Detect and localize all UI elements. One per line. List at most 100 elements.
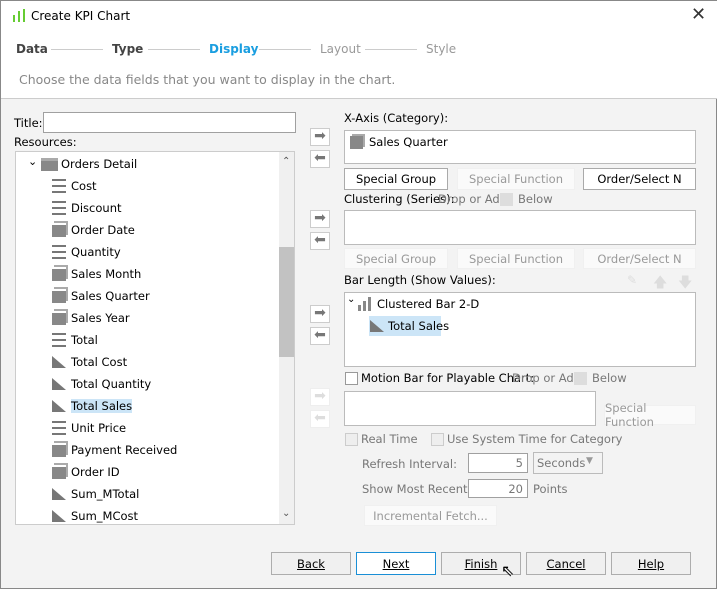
- list-item[interactable]: Total Sales: [52, 396, 133, 416]
- motion-hint: Drop or Add: [512, 371, 582, 385]
- remove-xaxis-arrow-icon[interactable]: ⬅: [310, 150, 330, 168]
- xaxis-field[interactable]: Sales Quarter: [369, 135, 448, 149]
- step-style[interactable]: Style: [426, 42, 456, 56]
- group-field-icon: [52, 267, 66, 281]
- dimension-lines-icon: [52, 245, 66, 259]
- list-item[interactable]: Total Cost: [52, 352, 127, 372]
- series-order-select-button[interactable]: Order/Select N: [583, 248, 696, 269]
- title-label: Title:: [14, 116, 43, 130]
- xaxis-special-group-button[interactable]: Special Group: [344, 168, 448, 190]
- scrollbar-thumb[interactable]: [279, 247, 294, 357]
- add-series-arrow-icon[interactable]: ➡: [310, 210, 330, 228]
- list-item[interactable]: Sum_MCost: [52, 506, 138, 524]
- group-field-icon: [350, 136, 363, 149]
- clustering-drop-box[interactable]: [344, 210, 696, 245]
- step-description: Choose the data fields that you want to …: [19, 72, 396, 87]
- points-label: Points: [533, 482, 568, 496]
- window-title: Create KPI Chart: [31, 9, 131, 23]
- list-item[interactable]: Payment Received: [52, 440, 177, 460]
- edit-icon[interactable]: ✎: [627, 273, 637, 287]
- list-item[interactable]: Sales Quarter: [52, 286, 150, 306]
- close-button[interactable]: ✕: [691, 4, 706, 25]
- clustering-hint: Drop or Add: [438, 192, 508, 206]
- cancel-button[interactable]: Cancel: [526, 552, 606, 575]
- remove-motion-arrow-icon[interactable]: ⬅: [310, 410, 330, 428]
- list-item-label: Sum_MTotal: [71, 487, 140, 501]
- add-value-arrow-icon[interactable]: ➡: [310, 305, 330, 323]
- value-field[interactable]: Total Sales: [388, 319, 449, 333]
- list-item[interactable]: Cost: [52, 176, 97, 196]
- list-item-label: Total Sales: [71, 399, 133, 413]
- list-item[interactable]: Total: [52, 330, 98, 350]
- list-item[interactable]: Order ID: [52, 462, 120, 482]
- list-item-label: Order ID: [71, 465, 120, 479]
- add-motion-arrow-icon[interactable]: ➡: [310, 388, 330, 406]
- step-data[interactable]: Data: [16, 42, 48, 56]
- add-xaxis-arrow-icon[interactable]: ➡: [310, 128, 330, 146]
- list-item[interactable]: Discount: [52, 198, 122, 218]
- list-item-label: Total Cost: [71, 355, 128, 369]
- resources-tree[interactable]: ⌄ Orders Detail Cost Discount Order Date Qu…: [15, 151, 295, 525]
- xaxis-order-select-button[interactable]: Order/Select N: [583, 168, 696, 190]
- series-special-group-button[interactable]: Special Group: [344, 248, 448, 269]
- chart-type-node[interactable]: Clustered Bar 2-D: [377, 297, 479, 311]
- back-button[interactable]: Back: [271, 552, 351, 575]
- xaxis-special-function-button[interactable]: Special Function: [457, 168, 575, 190]
- chevron-down-icon[interactable]: ⌄: [28, 155, 37, 168]
- real-time-label: Real Time: [361, 432, 418, 446]
- title-input[interactable]: [43, 112, 296, 133]
- next-button[interactable]: Next: [356, 552, 436, 575]
- refresh-unit-value: Seconds: [537, 456, 586, 470]
- list-item-label: Payment Received: [71, 443, 178, 457]
- show-most-recent-input[interactable]: 20: [468, 479, 528, 498]
- real-time-checkbox[interactable]: [345, 433, 358, 446]
- chevron-down-icon[interactable]: ⌄: [347, 294, 355, 305]
- list-item-label: Total Quantity: [71, 377, 152, 391]
- clustering-hint-below: Below: [518, 192, 553, 206]
- list-item-label: Total: [71, 333, 98, 347]
- step-type[interactable]: Type: [112, 42, 143, 56]
- refresh-interval-input[interactable]: 5: [468, 453, 528, 473]
- xaxis-drop-box[interactable]: Sales Quarter: [344, 130, 696, 164]
- system-time-checkbox[interactable]: [431, 433, 444, 446]
- motion-special-function-button[interactable]: Special Function: [604, 401, 696, 429]
- step-layout[interactable]: Layout: [320, 42, 361, 56]
- motion-drop-box[interactable]: [344, 391, 596, 426]
- list-item[interactable]: Total Quantity: [52, 374, 151, 394]
- resources-label: Resources:: [14, 135, 77, 149]
- list-item-label: Sales Quarter: [71, 289, 150, 303]
- step-display[interactable]: Display: [209, 42, 258, 56]
- list-item[interactable]: Sales Year: [52, 308, 130, 328]
- list-item[interactable]: Unit Price: [52, 418, 126, 438]
- bar-length-label: Bar Length (Show Values):: [344, 273, 496, 287]
- remove-value-arrow-icon[interactable]: ⬅: [310, 327, 330, 345]
- motion-bar-checkbox[interactable]: [345, 372, 358, 385]
- list-item[interactable]: Sum_MTotal: [52, 484, 139, 504]
- bar-length-tree[interactable]: ⌄ Clustered Bar 2-D Total Sales: [344, 292, 696, 367]
- list-item[interactable]: Sales Month: [52, 264, 141, 284]
- refresh-interval-label: Refresh Interval:: [362, 457, 457, 471]
- list-item-label: Discount: [71, 201, 122, 215]
- motion-bar-label: Motion Bar for Playable Chart:: [361, 371, 535, 385]
- group-field-icon: [52, 443, 66, 457]
- remove-series-arrow-icon[interactable]: ⬅: [310, 232, 330, 250]
- system-time-label: Use System Time for Category: [447, 432, 623, 446]
- list-item[interactable]: Order Date: [52, 220, 135, 240]
- refresh-unit-select[interactable]: Seconds ▼: [533, 452, 603, 474]
- measure-icon: [370, 320, 384, 332]
- bar-chart-icon: [358, 297, 374, 311]
- list-item-label: Order Date: [71, 223, 135, 237]
- list-item-label: Unit Price: [71, 421, 127, 435]
- series-special-function-button[interactable]: Special Function: [457, 248, 575, 269]
- list-item[interactable]: Quantity: [52, 242, 121, 262]
- help-button[interactable]: Help: [611, 552, 691, 575]
- scroll-up-icon[interactable]: ⌃: [282, 156, 290, 167]
- incremental-fetch-button[interactable]: Incremental Fetch...: [364, 505, 497, 526]
- dimension-lines-icon: [52, 201, 66, 215]
- group-field-icon: [574, 372, 587, 385]
- kpi-chart-icon: [12, 9, 26, 23]
- dropdown-arrow-icon: ▼: [586, 456, 593, 466]
- group-orders-detail[interactable]: Orders Detail: [61, 157, 137, 171]
- scroll-down-icon[interactable]: ⌄: [282, 508, 290, 519]
- dimension-lines-icon: [52, 179, 66, 193]
